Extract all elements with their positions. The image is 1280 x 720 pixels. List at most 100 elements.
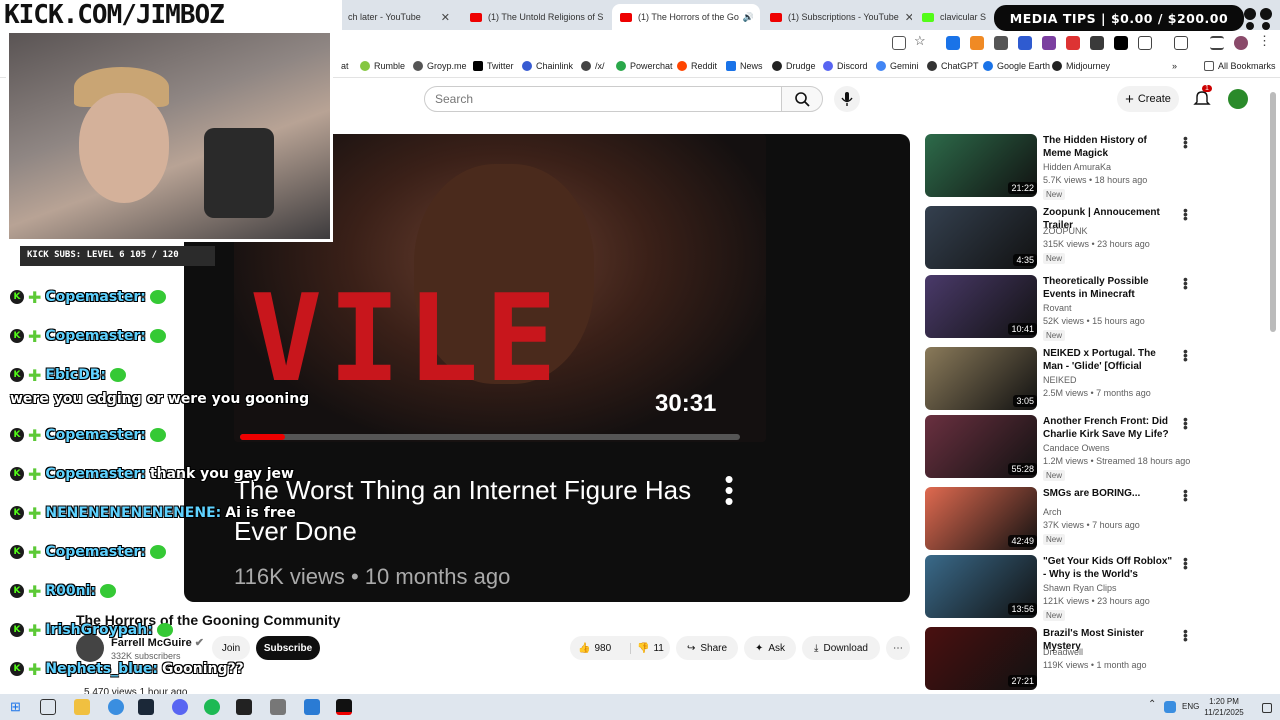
- tab-horrors-gooning[interactable]: (1) The Horrors of the Go 🔊✕: [612, 4, 760, 30]
- share-button[interactable]: ↪ Share: [676, 636, 738, 660]
- recommended-video[interactable]: 55:28 Another French Front: Did Charlie …: [925, 412, 1255, 481]
- channel-name[interactable]: Candace Owens: [1043, 443, 1110, 453]
- more-vertical-icon[interactable]: • • •: [1183, 412, 1188, 434]
- recommended-video[interactable]: 3:05 NEIKED x Portugal. The Man - 'Glide…: [925, 344, 1255, 411]
- channel-name[interactable]: Shawn Ryan Clips: [1043, 583, 1117, 593]
- video-thumbnail[interactable]: 55:28: [925, 415, 1037, 478]
- bookmark-item[interactable]: at: [341, 61, 349, 71]
- bookmark-item[interactable]: Reddit: [677, 61, 717, 71]
- channel-name[interactable]: Arch: [1043, 507, 1062, 517]
- chevron-right-icon[interactable]: »: [1172, 61, 1177, 71]
- extension-icon[interactable]: [1042, 36, 1056, 50]
- account-avatar[interactable]: [1228, 89, 1248, 109]
- steam-icon[interactable]: [138, 699, 154, 715]
- close-icon[interactable]: ✕: [603, 11, 610, 24]
- more-vertical-icon[interactable]: • • •: [1183, 552, 1188, 574]
- channel-name[interactable]: Dreadwell: [1043, 647, 1083, 657]
- video-title[interactable]: SMGs are BORING...: [1043, 487, 1173, 500]
- search-button[interactable]: [781, 86, 823, 112]
- bookmark-item[interactable]: ChatGPT: [927, 61, 979, 71]
- terminal-icon[interactable]: [236, 699, 252, 715]
- more-options-icon[interactable]: • • •: [722, 466, 736, 514]
- video-title[interactable]: "Get Your Kids Off Roblox" - Why is the …: [1043, 555, 1173, 581]
- bookmark-item[interactable]: Powerchat: [616, 61, 673, 71]
- join-button[interactable]: Join: [212, 636, 250, 660]
- menu-icon[interactable]: ⋮: [1258, 33, 1272, 48]
- close-icon[interactable]: ✕: [435, 11, 450, 24]
- bookmark-star-icon[interactable]: ☆: [914, 33, 928, 48]
- x-icon[interactable]: [1114, 36, 1128, 50]
- like-button[interactable]: 👍 980: [578, 643, 630, 654]
- page-scrollbar[interactable]: [1270, 92, 1276, 332]
- video-thumbnail[interactable]: 27:21: [925, 627, 1037, 690]
- more-vertical-icon[interactable]: • • •: [1183, 484, 1188, 506]
- video-thumbnail[interactable]: 13:56: [925, 555, 1037, 618]
- bookmark-item[interactable]: Twitter: [473, 61, 514, 71]
- recommended-video[interactable]: 13:56 "Get Your Kids Off Roblox" - Why i…: [925, 552, 1255, 621]
- bookmark-item[interactable]: Gemini: [876, 61, 919, 71]
- more-vertical-icon[interactable]: • • •: [1183, 131, 1188, 153]
- language-indicator[interactable]: ENG: [1182, 702, 1199, 711]
- download-button[interactable]: ⤓ Download: [802, 636, 880, 660]
- profile-icon[interactable]: [1234, 36, 1248, 50]
- chrome-icon[interactable]: [108, 699, 124, 715]
- extension-icon[interactable]: [1018, 36, 1032, 50]
- channel-name[interactable]: ZOOPUNK: [1043, 226, 1088, 236]
- reading-list-icon[interactable]: [1210, 36, 1224, 50]
- extension-icon[interactable]: [946, 36, 960, 50]
- more-actions-button[interactable]: ⋯: [886, 636, 910, 660]
- recommended-video[interactable]: 4:35 Zoopunk | Annoucement Trailer ZOOPU…: [925, 203, 1255, 270]
- voice-search-button[interactable]: [834, 86, 860, 112]
- video-thumbnail[interactable]: 4:35: [925, 206, 1037, 269]
- end-card-title[interactable]: The Worst Thing an Internet Figure Has E…: [234, 470, 714, 552]
- bookmark-item[interactable]: Groyp.me: [413, 61, 467, 71]
- metamask-icon[interactable]: [970, 36, 984, 50]
- extension-icon[interactable]: [1090, 36, 1104, 50]
- bookmark-item[interactable]: Drudge: [772, 61, 816, 71]
- channel-name[interactable]: Hidden AmuraKa: [1043, 162, 1111, 172]
- close-icon[interactable]: ✕: [754, 11, 760, 24]
- speaker-icon[interactable]: 🔊: [743, 12, 754, 23]
- notifications-button[interactable]: 1: [1192, 85, 1212, 108]
- tab-watch-later[interactable]: ch later - YouTube ✕: [340, 4, 458, 30]
- app-icon[interactable]: [336, 699, 352, 715]
- video-thumbnail[interactable]: 42:49: [925, 487, 1037, 550]
- task-view-icon[interactable]: [40, 699, 56, 715]
- notification-center-icon[interactable]: [1262, 703, 1272, 713]
- bookmark-item[interactable]: Chainlink: [522, 61, 573, 71]
- file-explorer-icon[interactable]: [74, 699, 90, 715]
- recommended-video[interactable]: 42:49 SMGs are BORING... Arch 37K views …: [925, 484, 1255, 551]
- video-thumbnail[interactable]: 21:22: [925, 134, 1037, 197]
- dislike-button[interactable]: 👎 11: [630, 642, 664, 654]
- tray-chevron-icon[interactable]: ⌃: [1148, 699, 1164, 715]
- video-thumbnail[interactable]: 3:05: [925, 347, 1037, 410]
- tray-app-icon[interactable]: [1164, 701, 1176, 713]
- ask-button[interactable]: ✦ Ask: [744, 636, 796, 660]
- recommended-video[interactable]: 10:41 Theoretically Possible Events in M…: [925, 272, 1255, 341]
- video-title[interactable]: Another French Front: Did Charlie Kirk S…: [1043, 415, 1173, 441]
- progress-bar[interactable]: [240, 434, 740, 440]
- bookmark-item[interactable]: Rumble: [360, 61, 405, 71]
- create-button[interactable]: + Create: [1117, 86, 1179, 112]
- puzzle-icon[interactable]: [1138, 36, 1152, 50]
- bookmark-item[interactable]: Discord: [823, 61, 868, 71]
- app-icon[interactable]: [304, 699, 320, 715]
- tab-subscriptions[interactable]: (1) Subscriptions - YouTube ✕: [762, 4, 912, 30]
- all-bookmarks[interactable]: All Bookmarks: [1204, 61, 1276, 71]
- taskbar-clock[interactable]: 1:20 PM 11/21/2025: [1202, 696, 1246, 718]
- tab-clavicular[interactable]: clavicular S: [914, 4, 994, 30]
- tab-untold-religions[interactable]: (1) The Untold Religions of S✕: [462, 4, 610, 30]
- more-vertical-icon[interactable]: • • •: [1183, 272, 1188, 294]
- spotify-icon[interactable]: [204, 699, 220, 715]
- bookmark-item[interactable]: /x/: [581, 61, 605, 71]
- bookmark-item[interactable]: Midjourney: [1052, 61, 1110, 71]
- more-vertical-icon[interactable]: • • •: [1183, 344, 1188, 366]
- channel-name[interactable]: Rovant: [1043, 303, 1072, 313]
- video-title[interactable]: The Hidden History of Meme Magick: [1043, 134, 1173, 160]
- discord-icon[interactable]: [172, 699, 188, 715]
- shield-icon[interactable]: [994, 36, 1008, 50]
- bookmark-item[interactable]: Google Earth: [983, 61, 1050, 71]
- video-thumbnail[interactable]: 10:41: [925, 275, 1037, 338]
- video-title[interactable]: Theoretically Possible Events in Minecra…: [1043, 275, 1173, 301]
- sidepanel-icon[interactable]: [1174, 36, 1188, 50]
